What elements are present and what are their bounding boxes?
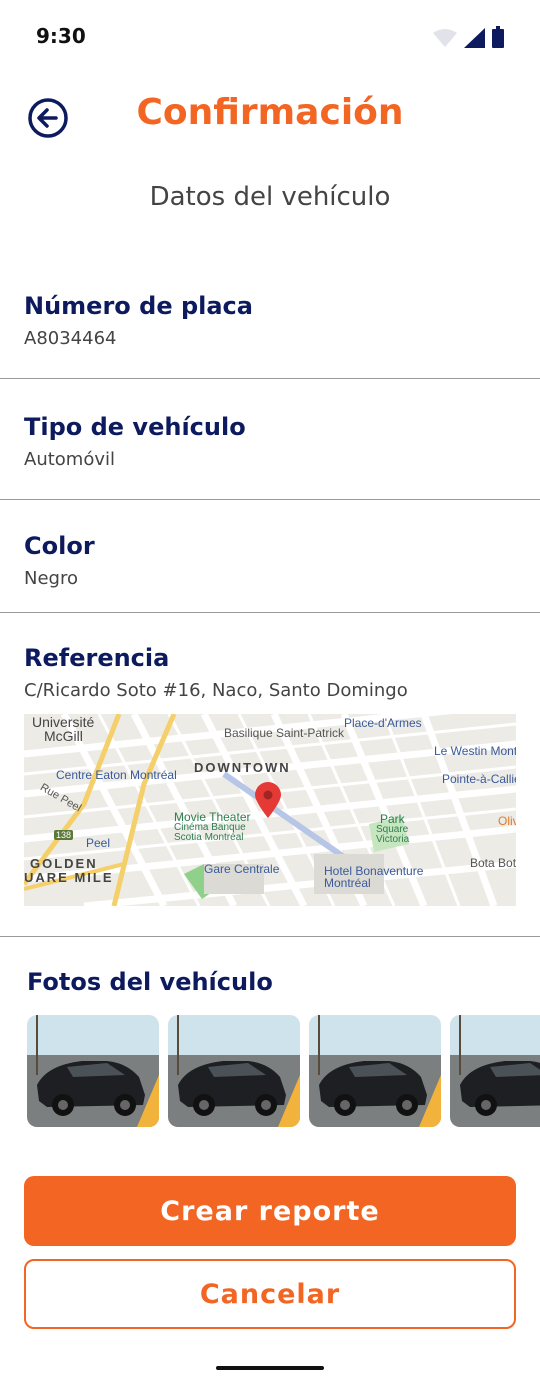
photos-title: Fotos del vehículo [27,968,273,996]
map-label: Montréal [324,876,371,890]
car-photo[interactable] [309,1015,441,1127]
field-label: Tipo de vehículo [24,413,246,441]
battery-icon [492,26,504,48]
field-color: Color Negro [0,532,540,589]
map-label: Basilique Saint-Patrick [224,726,345,740]
car-photo[interactable] [168,1015,300,1127]
home-indicator[interactable] [216,1366,324,1370]
car-photo[interactable] [27,1015,159,1127]
field-label: Color [24,532,95,560]
map-label: Bota Bota [470,856,516,870]
photos-carousel[interactable] [27,1015,540,1127]
map-label: Scotia Montréal [174,832,244,843]
map-pin-icon [255,782,281,818]
field-value: C/Ricardo Soto #16, Naco, Santo Domingo [24,680,408,701]
map-label: Centre Eaton Montréal [56,768,177,782]
field-value: Negro [24,568,78,589]
car-image [450,1015,540,1127]
route-shield: 138 [54,830,74,840]
field-plate-number: Número de placa A8034464 [0,292,540,349]
location-map[interactable]: Université McGill Basilique Saint-Patric… [24,714,516,906]
header: Confirmación [0,84,540,148]
map-label: UARE MILE [24,870,114,885]
create-report-button[interactable]: Crear reporte [24,1176,516,1246]
field-vehicle-type: Tipo de vehículo Automóvil [0,413,540,470]
car-photo[interactable] [450,1015,540,1127]
divider [0,936,540,937]
map-label: Place-d'Armes [344,716,422,730]
divider [0,499,540,500]
map-label: Gare Centrale [204,862,280,876]
wifi-icon [433,29,457,47]
field-reference: Referencia C/Ricardo Soto #16, Naco, San… [0,644,540,701]
section-subtitle: Datos del vehículo [149,182,391,212]
divider [0,612,540,613]
status-bar: 9:30 [0,0,540,72]
map-label: GOLDEN [30,856,98,871]
field-value: Automóvil [24,449,115,470]
map-label: Pointe-à-Calliè [442,772,516,786]
car-image [309,1015,441,1127]
field-value: A8034464 [24,328,117,349]
map-label: McGill [44,728,83,744]
map-label: Victoria [376,834,410,845]
status-icons [432,26,504,48]
car-image [27,1015,159,1127]
divider [0,378,540,379]
map-label: Peel [86,836,111,850]
map-label: Le Westin Mont [434,744,516,758]
status-time: 9:30 [36,24,86,48]
map-label: DOWNTOWN [194,760,291,775]
signal-icon [464,28,485,48]
cancel-button[interactable]: Cancelar [24,1259,516,1329]
map-label: Oliv [498,814,516,828]
field-label: Referencia [24,644,170,672]
field-label: Número de placa [24,292,253,320]
car-image [168,1015,300,1127]
page-title: Confirmación [136,92,404,133]
